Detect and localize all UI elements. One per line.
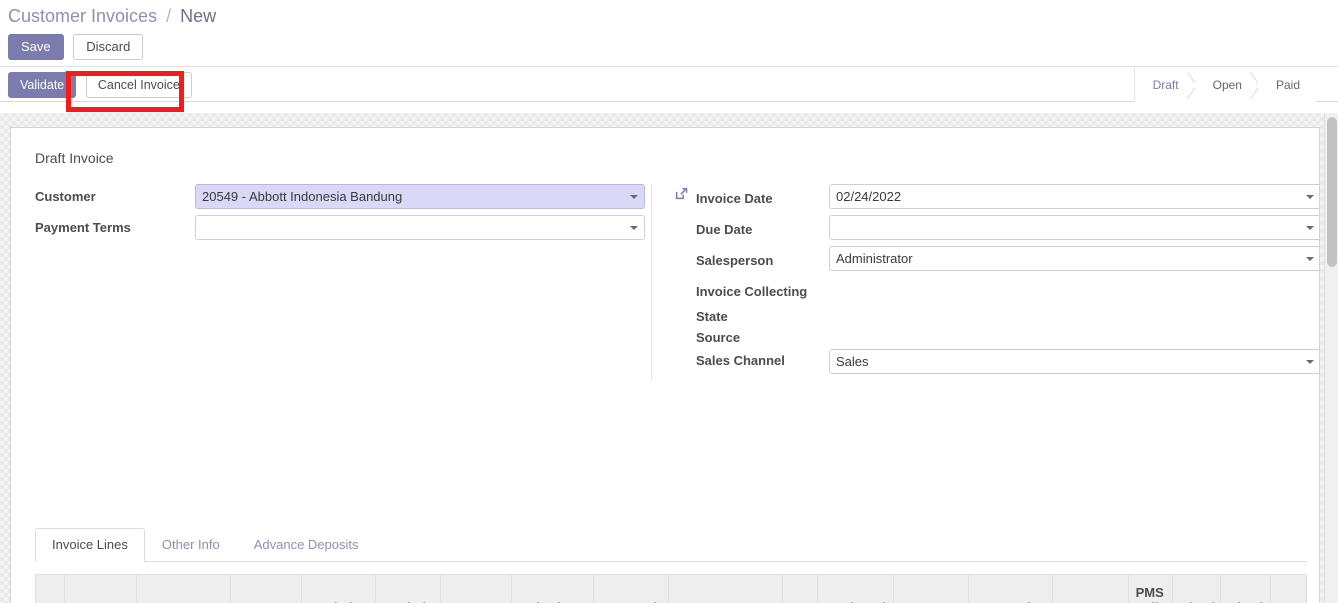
label-due-date: Due Date	[696, 222, 753, 237]
chevron-down-icon[interactable]	[1306, 360, 1314, 364]
chevron-down-icon[interactable]	[630, 195, 638, 199]
label-invoice-date-text: Invoice Date	[696, 191, 773, 206]
th-subtotal[interactable]: Subtotal	[892, 574, 970, 603]
status-bar: Draft Open Paid	[1133, 67, 1316, 102]
th-subtotal-wo-tax[interactable]: Subtotal w/o Tax	[817, 574, 894, 603]
th-check-in[interactable]: Check In	[1171, 574, 1221, 603]
form-right-column: Invoice Date 02/24/2022 Due Date Salespe…	[651, 184, 1319, 380]
invoice-date-input[interactable]: 02/24/2022	[829, 184, 1319, 209]
control-panel: Validate Cancel Invoice Draft Open Paid	[0, 66, 1338, 102]
th-handle	[34, 574, 66, 603]
th-quantity[interactable]: Quantity	[439, 574, 513, 603]
field-due-date: Due Date	[674, 215, 1319, 240]
tab-list: Invoice Lines Other Info Advance Deposit…	[35, 528, 1307, 562]
field-customer: Customer 20549 - Abbott Indonesia Bandun…	[35, 184, 645, 209]
odoo-invoice-form-screen: Customer Invoices / New Save Discard Val…	[0, 0, 1338, 603]
field-invoice-date: Invoice Date 02/24/2022	[674, 184, 1319, 209]
th-account[interactable]: Account	[230, 574, 303, 603]
save-button[interactable]: Save	[8, 34, 64, 60]
label-state-row: State	[674, 307, 1319, 326]
chevron-down-icon[interactable]	[1306, 226, 1314, 230]
payment-terms-input[interactable]	[195, 215, 645, 240]
label-state: State	[696, 309, 728, 324]
label-invoice-collecting-row: Invoice Collecting	[674, 277, 1319, 301]
status-step-paid[interactable]: Paid	[1257, 67, 1316, 102]
validate-button[interactable]: Validate	[8, 72, 77, 98]
salesperson-input[interactable]: Administrator	[829, 246, 1319, 271]
scrollbar-thumb[interactable]	[1327, 117, 1337, 267]
sales-channel-input[interactable]: Sales	[829, 349, 1319, 374]
label-source: Source	[696, 330, 741, 345]
field-sales-channel: Sales Channel Sales	[674, 349, 1319, 374]
label-invoice-collecting: Invoice Collecting	[696, 284, 808, 299]
due-date-input[interactable]	[829, 215, 1319, 240]
th-check-out[interactable]: Check Out	[1219, 574, 1272, 603]
edit-action-bar: Save Discard	[0, 32, 1338, 66]
chevron-down-icon[interactable]	[1306, 257, 1314, 261]
th-pms-folio-id[interactable]: PMS Folio Id	[1127, 574, 1173, 603]
table-header-row: Product Description Account Analytic Acc…	[34, 574, 1307, 603]
label-invoice-date: Invoice Date	[674, 184, 829, 208]
invoice-form: Customer 20549 - Abbott Indonesia Bandun…	[11, 184, 1319, 380]
label-salesperson: Salesperson	[696, 253, 774, 268]
status-step-draft[interactable]: Draft	[1134, 67, 1195, 102]
vertical-scrollbar[interactable]	[1324, 113, 1338, 603]
label-payment-terms: Payment Terms	[35, 220, 131, 235]
customer-input[interactable]: 20549 - Abbott Indonesia Bandung	[195, 184, 645, 209]
tab-invoice-lines[interactable]: Invoice Lines	[35, 528, 145, 562]
tab-advance-deposits[interactable]: Advance Deposits	[237, 528, 376, 562]
chevron-down-icon[interactable]	[630, 226, 638, 230]
breadcrumb-separator: /	[166, 6, 172, 26]
discard-button[interactable]: Discard	[73, 34, 144, 60]
breadcrumb-current: New	[180, 6, 217, 26]
label-sales-channel: Sales Channel	[696, 353, 785, 368]
cancel-invoice-button[interactable]: Cancel Invoice	[85, 72, 192, 98]
field-payment-terms: Payment Terms	[35, 215, 645, 240]
th-analytic-account[interactable]: Analytic Account	[301, 574, 376, 603]
th-service-amount[interactable]: Service Amount	[968, 574, 1054, 603]
sheet-title: Draft Invoice	[35, 150, 114, 166]
notebook: Invoice Lines Other Info Advance Deposit…	[34, 528, 1307, 603]
chevron-down-icon[interactable]	[1306, 195, 1314, 199]
th-analytic-tags[interactable]: Analytic Tags	[374, 574, 441, 603]
th-tax-amount[interactable]: Tax Amount	[1052, 574, 1129, 603]
breadcrumb-root-link[interactable]: Customer Invoices	[8, 6, 157, 26]
tab-other-info[interactable]: Other Info	[145, 528, 237, 562]
status-step-open[interactable]: Open	[1194, 67, 1258, 102]
label-source-row: Source	[674, 328, 1319, 347]
th-description[interactable]: Description	[135, 574, 232, 603]
field-salesperson: Salesperson Administrator	[674, 246, 1319, 271]
invoice-sheet: Draft Invoice Customer 20549 - Abbott In…	[10, 127, 1320, 603]
th-actions	[1270, 574, 1307, 603]
th-unit-price[interactable]: Unit Price	[592, 574, 670, 603]
th-taxes[interactable]: Taxes	[668, 574, 783, 603]
form-left-column: Customer 20549 - Abbott Indonesia Bandun…	[35, 184, 645, 246]
invoice-lines-table: Product Description Account Analytic Acc…	[34, 574, 1307, 603]
th-wt[interactable]: W.T.	[781, 574, 819, 603]
breadcrumb: Customer Invoices / New	[0, 0, 1338, 32]
external-link-icon[interactable]	[674, 186, 689, 206]
th-product[interactable]: Product	[64, 574, 137, 603]
th-unit-of-measure[interactable]: Unit of Measure	[511, 574, 594, 603]
label-customer: Customer	[35, 189, 96, 204]
